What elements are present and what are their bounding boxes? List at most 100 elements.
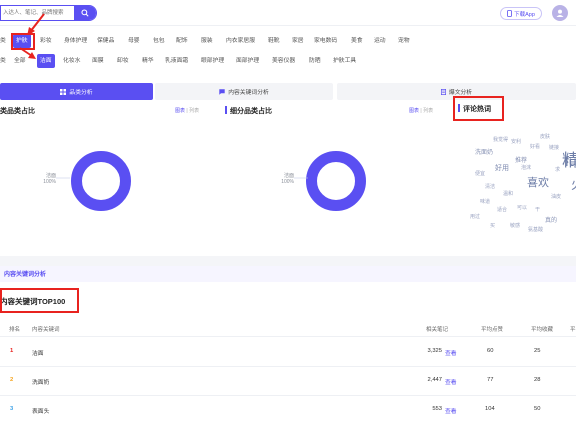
category-maternity[interactable]: 母婴	[128, 33, 140, 49]
subcategory-makeup-remover[interactable]: 卸妆	[117, 53, 129, 69]
table-row-1-view-link[interactable]: 查看	[445, 348, 457, 357]
donut-subcategory-slice-percent: 100%	[281, 179, 294, 185]
category-sports[interactable]: 运动	[374, 33, 386, 49]
table-header-avg-favs: 平均收藏	[531, 327, 554, 333]
word-cloud-term: 好看	[530, 144, 541, 150]
table-row-1-avg-favs: 25	[534, 348, 541, 354]
chat-icon	[219, 88, 225, 95]
word-cloud-term: 温和	[503, 191, 514, 197]
category-home[interactable]: 家居	[292, 33, 304, 49]
table-header-divider	[0, 336, 576, 337]
word-cloud-term: 推荐	[515, 158, 528, 164]
category-supplements[interactable]: 保健品	[97, 33, 114, 49]
table-row-1-keyword[interactable]: 洁面	[32, 348, 44, 357]
word-cloud-term: 油皮	[551, 194, 562, 200]
annotation-box-hotwords	[453, 96, 504, 121]
donut-category-label: 洁面 100%	[30, 173, 56, 185]
table-row-2-rank: 2	[10, 377, 14, 383]
table-row-3-avg-favs: 50	[534, 406, 541, 412]
category-underwear[interactable]: 内衣家居服	[226, 33, 255, 49]
avatar[interactable]	[552, 5, 568, 21]
word-cloud-term: 火	[571, 178, 576, 191]
donut-category-ring-group	[71, 151, 131, 211]
toggle-left: 图表 | 列表	[175, 107, 199, 114]
tab-keyword-analysis[interactable]: 内容关键词分析	[155, 83, 333, 100]
word-cloud-term: 皮肤	[540, 134, 551, 140]
table-row-2-avg-favs: 28	[534, 377, 541, 383]
donut-category-slice-percent: 100%	[43, 179, 56, 185]
subcategory-sunscreen[interactable]: 防晒	[309, 53, 321, 69]
tab-category-analysis[interactable]: 品类分析	[0, 83, 153, 100]
category-makeup[interactable]: 彩妆	[40, 33, 52, 49]
table-row-1-notes: 3,325	[427, 348, 442, 354]
section-keyword-tab-label[interactable]: 内容关键词分析	[4, 269, 46, 278]
toggle-list-middle[interactable]: 列表	[423, 108, 433, 114]
table-row-3-notes: 553	[432, 406, 442, 412]
word-cloud-term: 泡沫	[521, 165, 532, 171]
donut-slice-洁面[interactable]	[71, 151, 131, 211]
subcategory-toner[interactable]: 化妆水	[63, 53, 80, 69]
subcategory-skincare-tools[interactable]: 护肤工具	[333, 53, 356, 69]
table-header-avg-likes: 平均点赞	[481, 327, 504, 333]
category-row-primary: 类 护肤 彩妆 身体护理 保健品 母婴 包包 配饰 服装 内衣家居服 鞋靴 家居…	[0, 33, 576, 49]
word-cloud-term: 安利	[511, 139, 522, 145]
word-cloud-term: 用过	[470, 214, 481, 220]
table-row-3-keyword[interactable]: 表面头	[32, 406, 49, 415]
donut-label-leader-1	[56, 177, 70, 179]
subcategory-beauty-device[interactable]: 美容仪器	[272, 53, 295, 69]
toggle-chart-middle[interactable]: 图表	[409, 108, 419, 114]
toggle-list-left[interactable]: 列表	[189, 108, 199, 114]
category-clothing[interactable]: 服装	[201, 33, 213, 49]
table-row-1-avg-likes: 60	[487, 348, 494, 354]
word-cloud-term: 喜欢	[527, 177, 549, 189]
subcategory-cleanser[interactable]: 洁面	[37, 54, 55, 68]
category-food[interactable]: 美食	[351, 33, 363, 49]
donut-slice-洁面[interactable]	[306, 151, 366, 211]
subcategory-mask[interactable]: 面膜	[92, 53, 104, 69]
category-accessories[interactable]: 配饰	[176, 33, 188, 49]
subcategory-lotion-cream[interactable]: 乳液面霜	[165, 53, 188, 69]
user-icon	[556, 9, 564, 17]
download-app-label: 下载App	[514, 11, 535, 18]
search-button[interactable]	[74, 6, 96, 20]
toggle-divider-left: |	[186, 108, 188, 114]
panel-title-subcategory-share: 细分品类占比	[225, 106, 272, 116]
download-app-button[interactable]: 下载App	[500, 7, 542, 20]
word-cloud-term: 求	[555, 167, 561, 173]
donut-chart-category	[71, 151, 131, 211]
word-cloud-term: 买	[490, 223, 496, 229]
category-pets[interactable]: 宠物	[398, 33, 410, 49]
toggle-chart-left[interactable]: 图表	[175, 108, 185, 114]
table-row-3-view-link[interactable]: 查看	[445, 406, 457, 415]
category-bags[interactable]: 包包	[153, 33, 165, 49]
comment-word-cloud: 精喜欢fu火好用洗面奶推荐我觉得安利好看清洁温和可以皮肤链接求泡沫味道干适合油皮…	[455, 120, 576, 248]
toggle-divider-middle: |	[420, 108, 422, 114]
top-header: 下载App	[0, 0, 576, 26]
word-cloud-term: 我觉得	[493, 137, 509, 143]
subcategory-serum[interactable]: 精华	[142, 53, 154, 69]
table-row-3-avg-likes: 104	[485, 406, 495, 412]
category-electronics[interactable]: 家电数码	[314, 33, 337, 49]
table-row-divider	[0, 395, 576, 396]
donut-subcategory-label: 洁面 100%	[268, 173, 294, 185]
word-cloud-term: 味道	[480, 199, 491, 205]
table-row-2-keyword[interactable]: 洗面奶	[32, 377, 49, 386]
category-row1-label: 类	[0, 38, 6, 44]
word-cloud-term: 便宜	[475, 171, 486, 177]
search-icon	[81, 9, 89, 17]
subcategory-all[interactable]: 全部	[14, 53, 26, 69]
category-body-care[interactable]: 身体护理	[64, 33, 87, 49]
word-cloud-term: 好用	[495, 165, 509, 172]
category-row-secondary: 类 全部 洁面 化妆水 面膜 卸妆 精华 乳液面霜 眼部护理 面部护理 美容仪器…	[0, 53, 576, 69]
subcategory-face-care[interactable]: 面部护理	[236, 53, 259, 69]
subcategory-eye-care[interactable]: 眼部护理	[201, 53, 224, 69]
table-row-2-view-link[interactable]: 查看	[445, 377, 457, 386]
category-shoes[interactable]: 鞋靴	[268, 33, 280, 49]
section-divider	[0, 256, 576, 266]
donut-label-leader-2	[294, 177, 308, 179]
tab-keyword-analysis-label: 内容关键词分析	[228, 90, 269, 96]
word-cloud-term: 敏感	[510, 223, 521, 229]
word-cloud-term: 可以	[517, 205, 528, 211]
annotation-box-top100	[0, 288, 79, 313]
word-cloud-term: 适合	[497, 207, 508, 213]
